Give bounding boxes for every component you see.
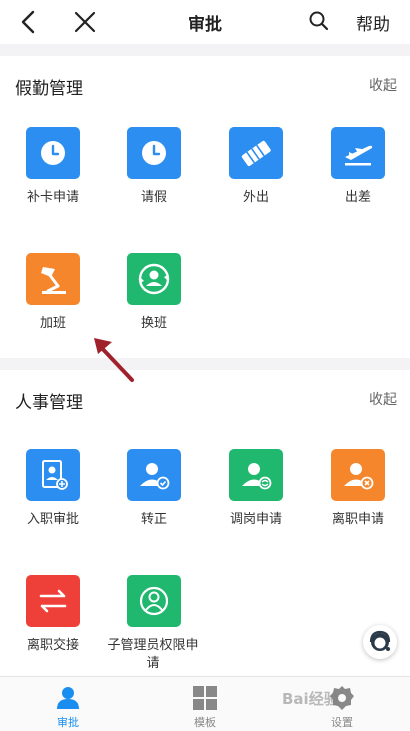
customer-service-button[interactable] <box>363 625 397 659</box>
user-remove-icon <box>331 449 385 501</box>
onboard-icon <box>26 449 80 501</box>
app-tile-makeup-punch[interactable]: 补卡申请 <box>2 127 102 237</box>
clock-icon <box>127 127 181 179</box>
annotation-arrow-icon <box>94 338 134 382</box>
desk-lamp-icon <box>26 253 80 305</box>
tile-label: 离职交接 <box>26 638 79 653</box>
tile-label: 子管理员权限申请 <box>107 638 199 671</box>
app-tile-resignation[interactable]: 离职申请 <box>307 449 407 559</box>
headset-icon <box>369 630 391 651</box>
search-icon[interactable] <box>306 8 332 34</box>
tile-label: 转正 <box>140 512 167 527</box>
help-button[interactable]: 帮助 <box>356 10 390 35</box>
back-icon[interactable] <box>14 7 44 37</box>
tab-label: 设置 <box>331 716 353 729</box>
app-tile-transfer[interactable]: 调岗申请 <box>205 449 305 559</box>
app-tile-sub-admin-request[interactable]: 子管理员权限申请 <box>103 575 203 685</box>
tile-label: 外出 <box>242 190 269 205</box>
tile-label: 请假 <box>140 190 167 205</box>
tile-label: 调岗申请 <box>229 512 282 527</box>
admin-user-icon <box>127 575 181 627</box>
tab-label: 模板 <box>194 716 216 729</box>
tile-label: 出差 <box>344 190 371 205</box>
watermark: Bai经验 <box>282 690 339 708</box>
tab-approval[interactable]: 审批 <box>28 677 108 731</box>
user-check-icon <box>127 449 181 501</box>
handshake-icon <box>229 127 283 179</box>
section-divider <box>0 44 410 56</box>
section-title: 人事管理 <box>15 393 83 413</box>
app-tile-onboarding[interactable]: 入职审批 <box>2 449 102 559</box>
shift-swap-icon <box>127 253 181 305</box>
app-tile-leave[interactable]: 请假 <box>103 127 203 237</box>
tab-label: 审批 <box>57 716 79 729</box>
template-icon <box>192 685 218 711</box>
collapse-button[interactable]: 收起 <box>369 75 397 95</box>
airplane-icon <box>331 127 385 179</box>
nav-bar: 审批 帮助 <box>0 0 410 44</box>
section-hr: 人事管理 收起 入职审批 转正 调岗申请 离职申请 离职交接 子管理员权限申请 <box>0 370 410 676</box>
tile-label: 离职申请 <box>331 512 384 527</box>
tile-label: 入职审批 <box>26 512 79 527</box>
section-divider <box>0 358 410 370</box>
exchange-arrows-icon <box>26 575 80 627</box>
app-tile-handover[interactable]: 离职交接 <box>2 575 102 685</box>
tile-label: 补卡申请 <box>26 190 79 205</box>
collapse-button[interactable]: 收起 <box>369 389 397 409</box>
approval-icon <box>55 685 81 711</box>
user-transfer-icon <box>229 449 283 501</box>
section-title: 假勤管理 <box>15 79 83 99</box>
app-tile-confirmation[interactable]: 转正 <box>103 449 203 559</box>
tab-template[interactable]: 模板 <box>165 677 245 731</box>
app-tile-business-trip[interactable]: 出差 <box>307 127 407 237</box>
tab-bar: 审批 模板 设置 <box>0 676 410 731</box>
close-icon[interactable] <box>70 7 100 37</box>
app-tile-go-out[interactable]: 外出 <box>205 127 305 237</box>
clock-icon <box>26 127 80 179</box>
page-title: 审批 <box>188 15 222 35</box>
section-attendance: 假勤管理 收起 补卡申请 请假 外出 出差 加班 换班 <box>0 56 410 358</box>
